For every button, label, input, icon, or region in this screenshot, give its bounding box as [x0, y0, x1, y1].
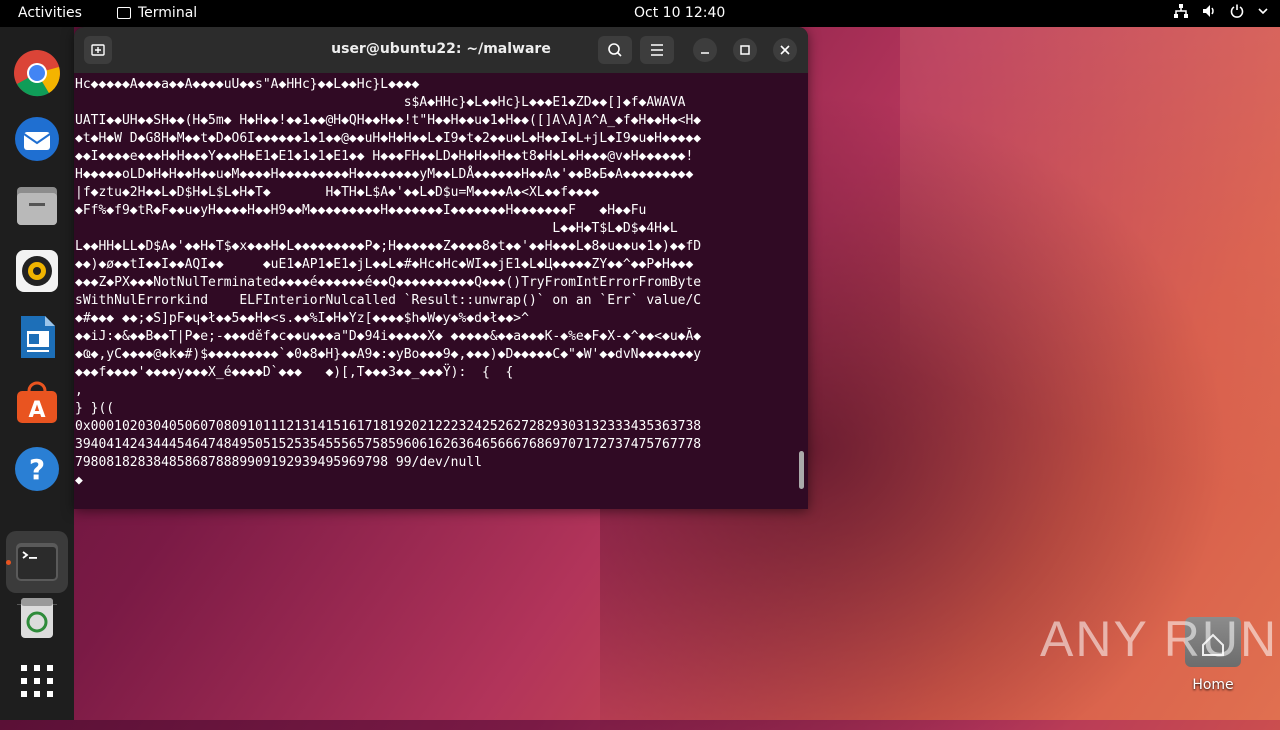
help-icon[interactable]: ? — [13, 445, 61, 493]
scrollbar[interactable] — [799, 451, 804, 489]
maximize-icon — [740, 45, 750, 55]
terminal-app-icon — [117, 7, 131, 19]
terminal-line: L◆◆H◆T$L◆D$◆4H◆L — [75, 221, 678, 236]
watermark-logo: ANY RUN — [1040, 611, 1279, 667]
chrome-icon[interactable] — [13, 49, 61, 97]
terminal-line: ◆◆◆f◆◆◆◆'◆◆◆◆y◆◆◆X_é◆◆◆◆D`◆◆◆ ◆)[,T◆◆◆3◆… — [75, 365, 514, 380]
minimize-button[interactable] — [693, 38, 717, 62]
app-name-label: Terminal — [138, 5, 198, 21]
search-icon — [608, 43, 622, 57]
files-icon[interactable] — [13, 181, 61, 229]
terminal-line: 0x00010203040506070809101112131415161718… — [75, 419, 702, 434]
volume-icon — [1202, 4, 1216, 22]
app-menu[interactable]: Terminal — [117, 5, 197, 21]
terminal-line: ◆◆◆Z◆PX◆◆◆NotNulTerminated◆◆◆◆é◆◆◆◆◆◆é◆◆… — [75, 275, 702, 290]
app-center-icon[interactable]: A — [13, 379, 61, 427]
title-bar[interactable]: user@ubuntu22: ~/malware — [74, 27, 808, 73]
menu-button[interactable] — [640, 36, 674, 64]
maximize-button[interactable] — [733, 38, 757, 62]
terminal-line: ◆Ҩ◆,yC◆◆◆◆@◆k◆#)$◆◆◆◆◆◆◆◆◆`◆0◆8◆H}◆◆A9◆:… — [75, 347, 702, 362]
system-tray[interactable] — [1174, 4, 1268, 22]
terminal-line: 3940414243444546474849505152535455565758… — [75, 437, 702, 452]
thunderbird-icon[interactable] — [13, 115, 61, 163]
terminal-icon[interactable] — [13, 538, 61, 586]
top-bar: Activities Terminal Oct 10 12:40 — [0, 0, 1280, 27]
power-icon — [1230, 4, 1244, 22]
terminal-line: ◆t◆H◆W D◆G8H◆M◆◆t◆D◆O6I◆◆◆◆◆◆1◆1◆◆@◆◆uH◆… — [75, 131, 702, 146]
svg-text:A: A — [28, 398, 45, 423]
close-button[interactable] — [773, 38, 797, 62]
svg-text:?: ? — [29, 453, 45, 486]
terminal-line: ◆Ff%◆f9◆tR◆F◆◆u◆yH◆◆◆◆H◆◆H9◆◆M◆◆◆◆◆◆◆◆◆H… — [75, 203, 647, 218]
terminal-line: ◆◆)◆ø◆◆tI◆◆I◆◆AQI◆◆ ◆uE1◆AP1◆E1◆jL◆◆L◆#◆… — [75, 257, 694, 272]
trash-icon[interactable] — [13, 594, 61, 642]
terminal-line: } }(( — [75, 401, 115, 416]
terminal-line: , — [75, 383, 83, 398]
hamburger-icon — [651, 44, 663, 56]
terminal-line: |f◆ztu◆2H◆◆L◆D$H◆L$L◆H◆T◆ H◆TH◆L$A◆'◆◆L◆… — [75, 185, 600, 200]
terminal-line: ◆◆iJ:◆&◆◆B◆◆T|P◆e;-◆◆◆děf◆c◆◆u◆◆◆a"D◆94i… — [75, 329, 702, 344]
close-icon — [780, 45, 790, 55]
terminal-line: ◆ — [75, 473, 83, 488]
show-apps-icon[interactable] — [13, 657, 61, 705]
terminal-line: H◆◆◆◆◆oLD◆H◆H◆◆H◆◆u◆M◆◆◆◆H◆◆◆◆◆◆◆◆◆H◆◆◆◆… — [75, 167, 694, 182]
terminal-line: ◆◆I◆◆◆◆e◆◆◆H◆H◆◆◆Y◆◆◆H◆E1◆E1◆1◆1◆E1◆◆ H◆… — [75, 149, 694, 164]
terminal-line: Hc◆◆◆◆◆A◆◆◆a◆◆A◆◆◆◆uU◆◆s"A◆HHc}◆◆L◆◆Hc}L… — [75, 77, 420, 92]
writer-icon[interactable] — [13, 313, 61, 361]
terminal-line: L◆◆HH◆LL◆D$A◆'◆◆H◆T$◆x◆◆◆H◆L◆◆◆◆◆◆◆◆◆P◆;… — [75, 239, 702, 254]
clock[interactable]: Oct 10 12:40 — [634, 5, 725, 21]
terminal-line: s$A◆HHc}◆L◆◆Hc}L◆◆◆E1◆ZD◆◆[]◆f◆AWAVA — [75, 95, 686, 110]
terminal-line: UATI◆◆UH◆◆SH◆◆(H◆5m◆ H◆H◆◆!◆◆1◆◆@H◆QH◆◆H… — [75, 113, 702, 128]
activities-button[interactable]: Activities — [18, 5, 82, 21]
dock: A ? — [0, 27, 74, 720]
home-label: Home — [1192, 677, 1234, 693]
terminal-line: ◆#◆◆◆ ◆◆;◆S]pF◆ɥ◆ł◆◆5◆◆H◆<s.◆◆%I◆H◆Yz[◆◆… — [75, 311, 529, 326]
terminal-line: 7980818283848586878889909192939495969798… — [75, 455, 482, 470]
search-button[interactable] — [598, 36, 632, 64]
terminal-window: user@ubuntu22: ~/malware Hc◆◆◆◆◆A◆◆◆a◆◆A… — [74, 27, 808, 509]
minimize-icon — [701, 52, 709, 54]
terminal-output[interactable]: Hc◆◆◆◆◆A◆◆◆a◆◆A◆◆◆◆uU◆◆s"A◆HHc}◆◆L◆◆Hc}L… — [75, 76, 795, 506]
terminal-line: sWithNulErrorkind ELFInteriorNulcalled `… — [75, 293, 702, 308]
rhythmbox-icon[interactable] — [13, 247, 61, 295]
network-icon — [1174, 4, 1188, 22]
running-indicator — [6, 560, 11, 565]
chevron-down-icon — [1258, 4, 1268, 22]
